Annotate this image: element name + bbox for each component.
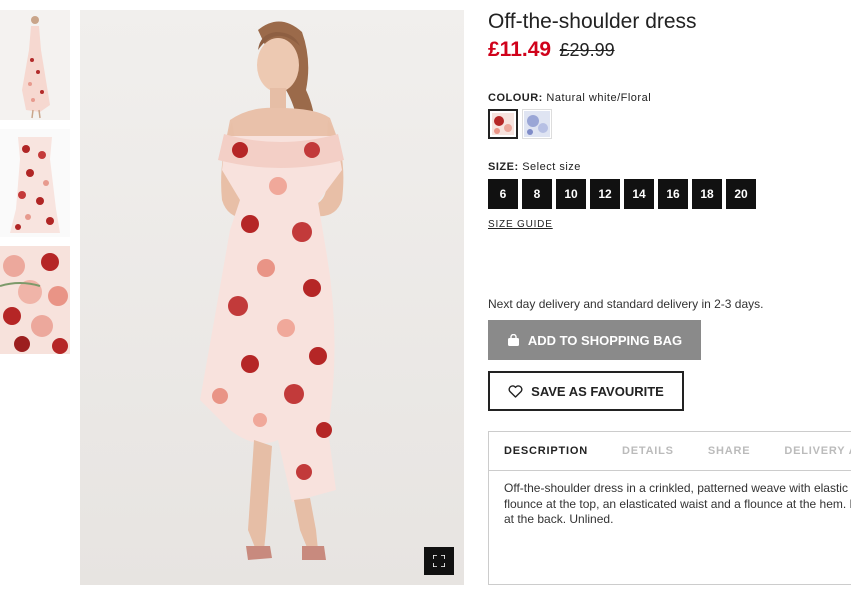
fabric-detail-thumbnail-image — [0, 246, 70, 354]
tab-delivery[interactable]: DELIVERY A — [784, 445, 851, 457]
product-title: Off-the-shoulder dress — [488, 10, 697, 33]
swatch-natural-white-floral[interactable] — [488, 109, 518, 139]
heart-icon — [508, 384, 523, 398]
price-block: £11.49 £29.99 — [488, 38, 615, 62]
size-option-16[interactable]: 16 — [658, 179, 688, 209]
dress-flat-thumbnail-image — [0, 129, 70, 237]
model-full-thumbnail-image — [0, 10, 70, 120]
save-favourite-button[interactable]: SAVE AS FAVOURITE — [488, 371, 684, 411]
product-description: Off-the-shoulder dress in a crinkled, pa… — [504, 481, 851, 526]
original-price: £29.99 — [559, 40, 615, 60]
thumbnail-flat-lay[interactable] — [0, 129, 70, 237]
delivery-info: Next day delivery and standard delivery … — [488, 297, 764, 311]
thumbnail-fabric-detail[interactable] — [0, 246, 70, 354]
size-heading: SIZE: — [488, 161, 519, 173]
size-placeholder: Select size — [522, 161, 581, 173]
size-option-14[interactable]: 14 — [624, 179, 654, 209]
save-favourite-label: SAVE AS FAVOURITE — [531, 383, 664, 399]
size-option-6[interactable]: 6 — [488, 179, 518, 209]
fullscreen-button[interactable] — [424, 547, 454, 575]
colour-heading: COLOUR: — [488, 92, 543, 104]
size-option-12[interactable]: 12 — [590, 179, 620, 209]
product-info-panel: Off-the-shoulder dress £11.49 £29.99 COL… — [488, 0, 851, 589]
details-tabs: DESCRIPTION DETAILS SHARE DELIVERY A — [489, 432, 851, 471]
main-product-image[interactable] — [80, 10, 464, 585]
size-options: 6 8 10 12 14 16 18 20 — [488, 179, 756, 209]
tab-details[interactable]: DETAILS — [622, 445, 674, 457]
swatch-light-blue-floral[interactable] — [522, 109, 552, 139]
size-option-10[interactable]: 10 — [556, 179, 586, 209]
colour-label: COLOUR: Natural white/Floral — [488, 92, 651, 104]
thumbnail-list — [0, 10, 70, 363]
floral-white-swatch-image — [492, 113, 514, 135]
current-price: £11.49 — [488, 38, 552, 61]
size-guide-link[interactable]: SIZE GUIDE — [488, 219, 553, 230]
model-wearing-dress-image — [80, 10, 464, 585]
floral-blue-swatch-image — [524, 111, 550, 137]
fullscreen-icon — [433, 555, 445, 567]
size-option-18[interactable]: 18 — [692, 179, 722, 209]
add-to-bag-label: ADD TO SHOPPING BAG — [527, 332, 683, 348]
tab-description[interactable]: DESCRIPTION — [504, 445, 588, 457]
thumbnail-full-length[interactable] — [0, 10, 70, 120]
add-to-bag-button[interactable]: ADD TO SHOPPING BAG — [488, 320, 701, 360]
size-option-8[interactable]: 8 — [522, 179, 552, 209]
shopping-bag-icon — [507, 333, 519, 346]
product-details-panel: DESCRIPTION DETAILS SHARE DELIVERY A Off… — [488, 431, 851, 585]
colour-swatches — [488, 109, 552, 139]
colour-value: Natural white/Floral — [546, 92, 652, 104]
tab-share[interactable]: SHARE — [708, 445, 751, 457]
size-option-20[interactable]: 20 — [726, 179, 756, 209]
size-label: SIZE: Select size — [488, 161, 581, 173]
